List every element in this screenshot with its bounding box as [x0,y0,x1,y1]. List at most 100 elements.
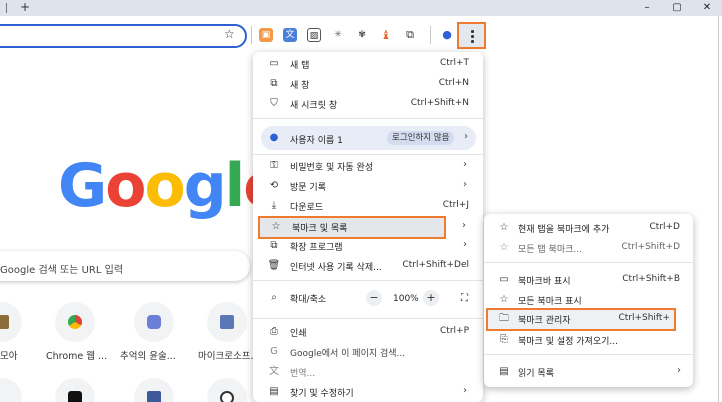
menu-item-translate[interactable]: 文 번역... [253,362,483,382]
menu-item-label: Google에서 이 페이지 검색... [290,349,406,359]
submenu-item-show-bar[interactable]: ▭ 북마크바 표시 Ctrl+Shift+B [484,270,693,290]
menu-separator [253,318,483,319]
logo-letter: g [183,151,227,221]
menu-item-incognito[interactable]: ⛉ 새 시크릿 창 Ctrl+Shift+N [253,94,483,114]
menu-dot [471,40,474,43]
chevron-right-icon: › [463,179,467,190]
menu-item-clear-data[interactable]: 🗑 인터넷 사용 기록 삭제... Ctrl+Shift+Del [253,256,483,276]
download-icon: ⤓ [271,200,277,211]
submenu-item-bookmark-all[interactable]: ☆ 모든 탭 북마크... Ctrl+Shift+D [484,238,693,258]
star-icon: ☆ [499,242,509,253]
profile-icon[interactable]: ● [440,28,454,42]
restore-button[interactable]: ▢ [662,0,692,16]
shortcut-tile[interactable] [55,302,95,342]
shortcut-label: Chrome 웹 ... [46,351,108,362]
shortcut-tile[interactable] [134,302,174,342]
menu-item-new-tab[interactable]: ▭ 새 탭 Ctrl+T [253,54,483,74]
title-bar: + – ▢ ✕ [0,0,722,16]
submenu-item-shortcut: Ctrl+Shift+ [618,313,670,323]
search-placeholder: Google 검색 또는 URL 입력 [0,265,124,276]
menu-item-print[interactable]: ⎙ 인쇄 Ctrl+P [253,322,483,342]
google-icon: G [270,346,278,357]
menu-item-find[interactable]: ▤ 찾기 및 수정하기 › [253,382,483,402]
address-bar[interactable] [0,24,247,48]
menu-item-history[interactable]: ⟲ 방문 기록 › [253,176,483,196]
bookmark-star-icon[interactable]: ☆ [224,27,235,41]
menu-item-bookmarks[interactable]: ☆ 북마크 및 목록 [258,216,446,239]
menu-item-extensions[interactable]: ⧉ 확장 프로그램 › [253,236,483,256]
submenu-item-bookmark-manager[interactable]: 🗀 북마크 관리자 Ctrl+Shift+ [486,308,676,331]
submenu-item-reading-list[interactable]: ▤ 읽기 목록 › [484,362,693,382]
new-tab-button[interactable]: + [20,1,30,13]
profile-name: 사용자 이름 1 [290,136,343,146]
puzzle-icon[interactable]: ⧉ [403,28,417,42]
import-icon: ⎘ [500,334,508,345]
menu-dot [471,35,474,38]
shortcut-label: 모아 [0,351,18,362]
shortcut-label: 추억의 윤술... [120,351,176,362]
menu-item-label: 확대/축소 [290,295,327,305]
chess-icon[interactable]: ♝ [379,28,393,42]
submenu-item-shortcut: Ctrl+Shift+B [622,274,680,284]
chrome-menu-button[interactable] [457,22,486,49]
shortcut-icon [220,391,234,402]
menu-item-shortcut: Ctrl+T [439,58,469,68]
profile-row[interactable]: ● 사용자 이름 1 로그인하지 않음 › [261,126,476,150]
submenu-item-add-bookmark[interactable]: ☆ 현재 탭을 북마크에 추가 Ctrl+D [484,218,693,238]
menu-separator [253,280,483,281]
gamepad-icon [147,315,161,329]
menu-item-label: 새 시크릿 창 [290,101,338,111]
chevron-right-icon: › [677,365,681,376]
submenu-item-import[interactable]: ⎘ 북마크 및 설정 가져오기... [484,330,693,350]
incognito-icon: ⛉ [270,98,278,109]
google-logo: Google [58,156,284,216]
menu-separator [253,154,483,155]
menu-item-shortcut: Ctrl+J [442,200,469,210]
fullscreen-icon[interactable]: ⛶ [461,293,468,304]
submenu-item-shortcut: Ctrl+Shift+D [621,242,680,252]
zoom-level: 100% [393,294,419,304]
menu-item-downloads[interactable]: ⤓ 다운로드 Ctrl+J [253,196,483,216]
menu-item-label: 북마크 및 목록 [292,224,348,234]
star-icon: ☆ [499,294,509,305]
menu-item-new-window[interactable]: ⧉ 새 창 Ctrl+N [253,74,483,94]
puzzle-icon: ⧉ [270,240,278,251]
tool-icon[interactable]: ✾ [355,28,369,42]
chevron-right-icon: › [463,239,467,250]
star-icon: ☆ [271,221,281,232]
submenu-item-show-all[interactable]: ☆ 모든 북마크 표시 [484,290,693,310]
submenu-item-shortcut: Ctrl+D [649,222,681,232]
translate-icon[interactable]: 文 [283,28,297,42]
submenu-separator [484,354,693,355]
printer-icon: ⎙ [270,326,278,337]
menu-item-label: 방문 기록 [290,183,326,193]
tab-separator [6,3,7,13]
submenu-item-label: 모든 북마크 표시 [518,297,582,307]
menu-item-label: 인쇄 [290,329,307,339]
folder-icon: 🗀 [499,313,509,324]
image-icon[interactable]: ▨ [307,28,321,42]
zoom-in-button[interactable]: + [423,290,439,306]
star-icon: ☆ [499,222,509,233]
sparkle-icon[interactable]: ✳ [331,28,345,42]
shortcut-label: 마이크로소프... [198,351,260,362]
zoom-icon: ⌕ [271,292,277,303]
submenu-item-label: 현재 탭을 북마크에 추가 [518,225,610,235]
submenu-item-label: 모든 탭 북마크... [518,245,582,255]
menu-item-label: 다운로드 [290,203,324,213]
bookmark-bar-icon: ▭ [499,274,509,285]
menu-item-search-page[interactable]: G Google에서 이 페이지 검색... [253,342,483,362]
menu-item-passwords[interactable]: ⚿ 비밀번호 및 자동 완성 › [253,156,483,176]
shortcut-tile[interactable] [207,302,247,342]
reading-list-icon: ▤ [499,366,509,377]
new-tab-icon: ▭ [269,58,279,69]
logo-letter: l [224,151,246,221]
menu-item-label: 새 창 [290,81,310,91]
trash-icon: 🗑 [267,260,281,271]
toolbar-separator [251,26,252,44]
minimize-button[interactable]: – [632,0,662,16]
extension-icon[interactable]: ▣ [259,28,273,42]
menu-dot [471,30,474,33]
zoom-out-button[interactable]: − [366,290,382,306]
close-button[interactable]: ✕ [692,0,722,16]
